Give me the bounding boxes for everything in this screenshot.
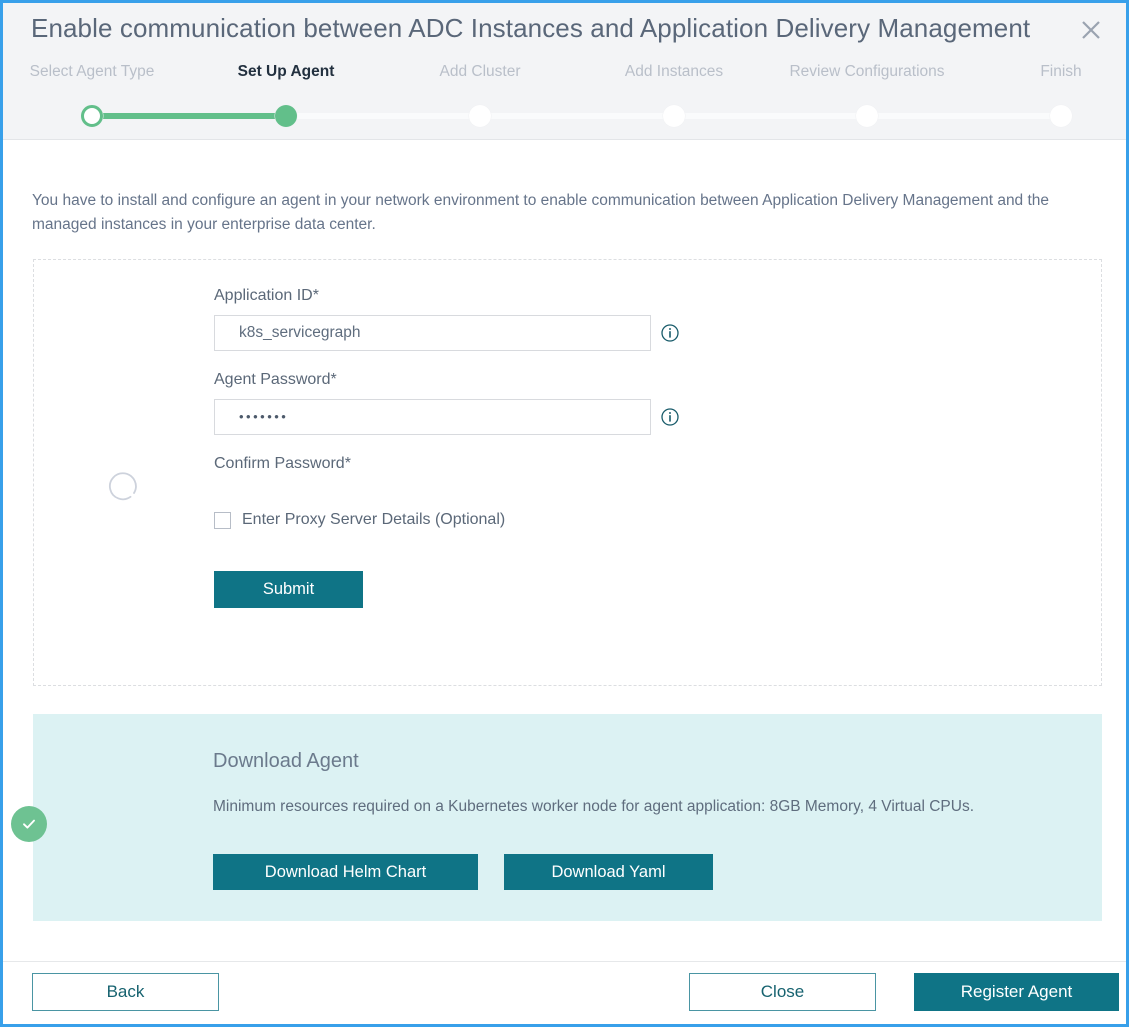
- close-icon[interactable]: [1072, 11, 1110, 49]
- step-label-review-configurations[interactable]: Review Configurations: [789, 63, 944, 81]
- submit-button[interactable]: Submit: [214, 571, 363, 608]
- proxy-checkbox-row[interactable]: Enter Proxy Server Details (Optional): [214, 511, 814, 529]
- step-dot-finish[interactable]: [1050, 105, 1072, 127]
- step-dot-review-configurations[interactable]: [856, 105, 878, 127]
- loading-spinner-icon: [106, 469, 142, 505]
- download-yaml-button[interactable]: Download Yaml: [504, 854, 713, 890]
- step-label-set-up-agent[interactable]: Set Up Agent: [238, 63, 335, 81]
- dialog-footer: Back Close Register Agent: [3, 961, 1126, 1024]
- step-track-progress: [92, 113, 286, 119]
- step-dot-add-cluster[interactable]: [469, 105, 491, 127]
- application-id-row: [214, 315, 814, 351]
- step-dot-set-up-agent[interactable]: [275, 105, 297, 127]
- check-circle-icon: [11, 806, 47, 842]
- proxy-checkbox-label[interactable]: Enter Proxy Server Details (Optional): [242, 511, 505, 529]
- back-button[interactable]: Back: [32, 973, 219, 1011]
- step-label-select-agent-type[interactable]: Select Agent Type: [30, 63, 155, 81]
- download-agent-title: Download Agent: [213, 750, 359, 772]
- agent-password-row: •••••••: [214, 399, 814, 435]
- application-id-label: Application ID*: [214, 287, 319, 304]
- application-id-input[interactable]: [214, 315, 651, 351]
- download-agent-panel: Download Agent Minimum resources require…: [11, 714, 1102, 921]
- download-agent-description: Minimum resources required on a Kubernet…: [213, 798, 975, 815]
- agent-password-label: Agent Password*: [214, 371, 337, 388]
- proxy-server-checkbox[interactable]: [214, 511, 231, 529]
- step-label-add-instances[interactable]: Add Instances: [625, 63, 723, 81]
- info-icon[interactable]: [661, 324, 679, 342]
- step-dot-select-agent-type[interactable]: [81, 105, 103, 127]
- dialog-header: Enable communication between ADC Instanc…: [3, 3, 1126, 140]
- step-track: [3, 105, 1126, 139]
- agent-setup-panel: Application ID* Agent Password* •••••: [33, 259, 1102, 686]
- dialog-body: You have to install and configure an age…: [3, 140, 1126, 961]
- close-button[interactable]: Close: [689, 973, 876, 1011]
- wizard-dialog: Enable communication between ADC Instanc…: [0, 0, 1129, 1027]
- page-title: Enable communication between ADC Instanc…: [31, 13, 1031, 43]
- register-agent-button[interactable]: Register Agent: [914, 973, 1119, 1011]
- step-label-row: Select Agent Type Set Up Agent Add Clust…: [3, 63, 1126, 91]
- agent-password-masked-value: •••••••: [239, 409, 289, 424]
- wizard-stepper: Select Agent Type Set Up Agent Add Clust…: [3, 63, 1126, 133]
- agent-form: Application ID* Agent Password* •••••: [214, 287, 814, 608]
- intro-text: You have to install and configure an age…: [32, 192, 1050, 233]
- agent-password-input[interactable]: •••••••: [214, 399, 651, 435]
- step-label-add-cluster[interactable]: Add Cluster: [440, 63, 521, 81]
- info-icon[interactable]: [661, 408, 679, 426]
- download-button-group: Download Helm Chart Download Yaml: [213, 854, 713, 890]
- step-label-finish[interactable]: Finish: [1040, 63, 1081, 81]
- step-dot-add-instances[interactable]: [663, 105, 685, 127]
- download-helm-chart-button[interactable]: Download Helm Chart: [213, 854, 478, 890]
- confirm-password-label: Confirm Password*: [214, 455, 351, 472]
